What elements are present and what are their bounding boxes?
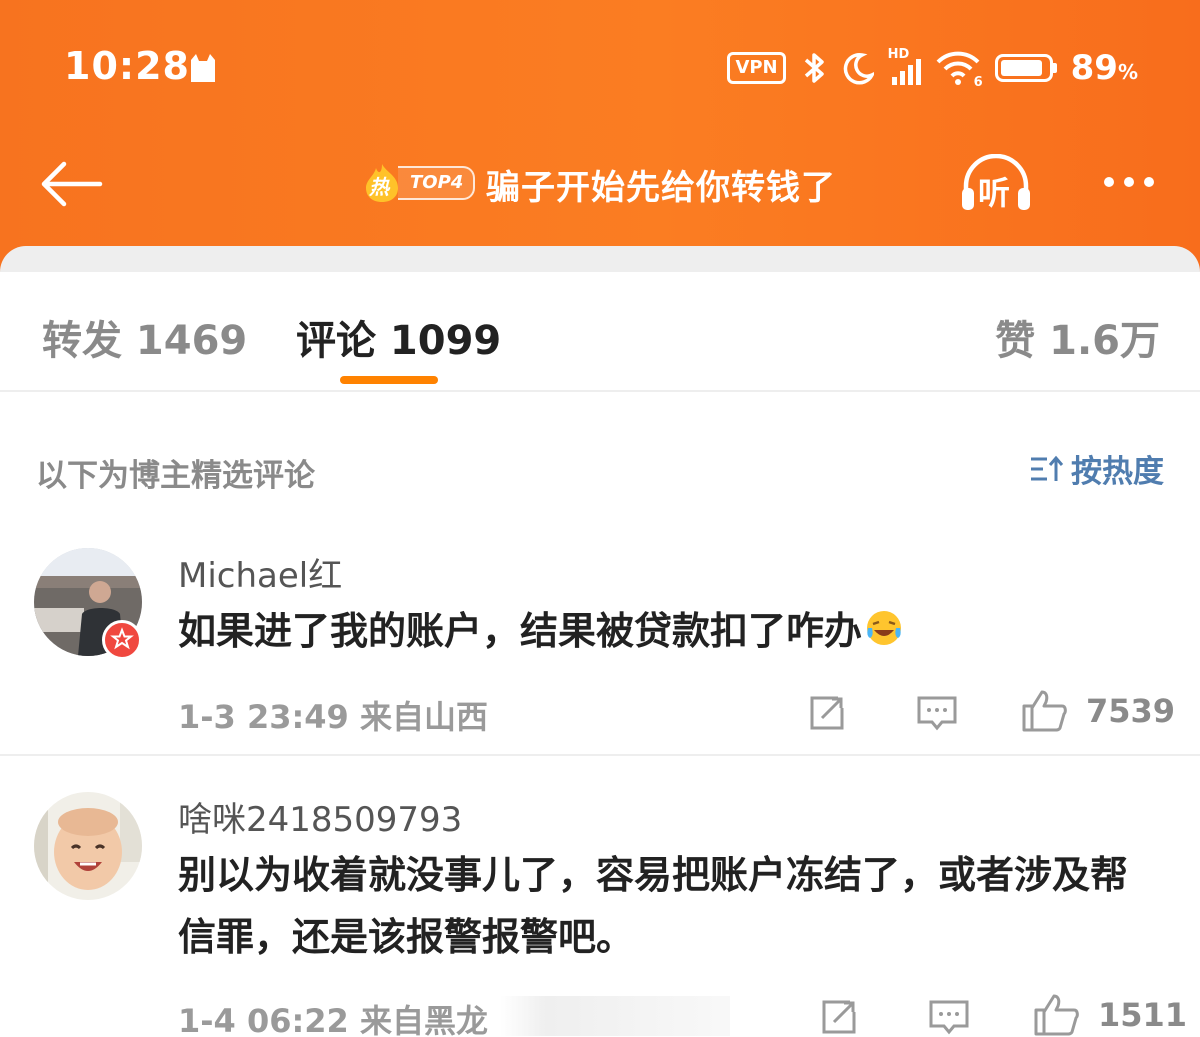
tab-likes[interactable]: 赞 1.6万 [995, 308, 1160, 366]
sort-label: 按热度 [1071, 454, 1164, 490]
hot-rank-label: TOP4 [398, 166, 476, 200]
more-dot-icon [1144, 177, 1154, 187]
laugh-cry-emoji-icon [867, 611, 902, 645]
like-thumb-icon[interactable] [1020, 688, 1068, 732]
more-dot-icon [1124, 177, 1134, 187]
moon-icon [843, 53, 874, 85]
wifi-icon: 6 [935, 50, 983, 90]
active-tab-indicator [340, 376, 438, 384]
status-icons: VPN HD 6 89% [727, 47, 1138, 90]
listen-label: 听 [978, 174, 1011, 212]
like-count: 1511 [1098, 996, 1188, 1034]
bluetooth-icon [804, 53, 824, 83]
comment-meta: 1-4 06:22 来自黑龙 [178, 1002, 488, 1037]
verified-badge-icon [102, 620, 142, 660]
comment-icon[interactable] [916, 694, 958, 732]
wifi-6-label: 6 [973, 75, 983, 90]
comments-card: 转发 1469 评论 1099 赞 1.6万 以下为博主精选评论 按热度 Mic… [0, 246, 1200, 1037]
flame-icon: 热 [360, 162, 404, 204]
comment-meta: 1-3 23:49 来自山西 [178, 698, 488, 736]
topic-title[interactable]: 骗子开始先给你转钱了 [486, 160, 836, 209]
signal-icon: HD [888, 47, 921, 85]
section-header: 以下为博主精选评论 按热度 [0, 432, 1200, 502]
battery-percent: 89% [1070, 48, 1138, 88]
status-time: 10:28 [64, 44, 190, 88]
comment-username[interactable]: Michael红 [178, 548, 342, 597]
vpn-icon: VPN [727, 52, 786, 84]
status-bar: 10:28 VPN HD 6 89% [0, 0, 1200, 140]
comment-item: Michael红 如果进了我的账户，结果被贷款扣了咋办 1-3 23:49 来自… [0, 542, 1200, 756]
signal-hd-label: HD [887, 47, 910, 62]
back-arrow-icon[interactable] [36, 156, 106, 212]
comment-item: 啥咪2418509793 别以为收着就没事儿了，容易把账户冻结了，或者涉及帮信罪… [0, 786, 1200, 1037]
listen-button[interactable]: 听 [958, 153, 1034, 214]
more-dot-icon [1104, 177, 1114, 187]
hot-label: 热 [369, 175, 389, 199]
comment-text: 别以为收着就没事儿了，容易把账户冻结了，或者涉及帮信罪，还是该报警报警吧。 [178, 853, 1129, 959]
more-options-button[interactable] [1094, 164, 1164, 200]
card-top-edge [0, 246, 1200, 272]
comment-icon[interactable] [928, 998, 970, 1036]
tab-bar: 转发 1469 评论 1099 赞 1.6万 [0, 272, 1200, 392]
sort-button[interactable]: 按热度 [1029, 446, 1164, 491]
section-title: 以下为博主精选评论 [36, 458, 315, 494]
top-nav-bar: 热 TOP4 骗子开始先给你转钱了 听 [0, 140, 1200, 230]
battery-fill [1000, 60, 1042, 76]
repost-icon[interactable] [820, 998, 860, 1036]
hot-rank-badge[interactable]: 热 TOP4 [360, 162, 476, 204]
battery-icon [994, 54, 1057, 82]
sort-icon [1031, 455, 1064, 481]
tab-reposts[interactable]: 转发 1469 [42, 308, 247, 366]
repost-icon[interactable] [808, 694, 848, 732]
avatar[interactable] [34, 792, 142, 900]
like-thumb-icon[interactable] [1032, 992, 1080, 1036]
like-count: 7539 [1086, 692, 1176, 730]
comment-username[interactable]: 啥咪2418509793 [178, 792, 462, 841]
cat-notification-icon [191, 54, 215, 82]
comment-text: 如果进了我的账户，结果被贷款扣了咋办 [178, 600, 1158, 662]
tab-comments[interactable]: 评论 1099 [296, 308, 501, 366]
blurred-watermark [500, 996, 730, 1036]
